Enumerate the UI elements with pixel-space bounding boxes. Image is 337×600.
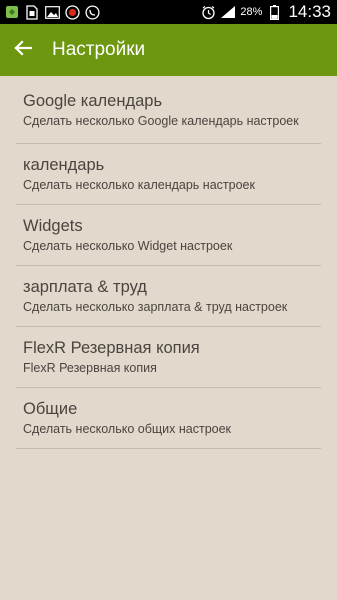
settings-item-title: Widgets [23, 217, 83, 235]
gallery-icon [44, 4, 60, 20]
settings-item-title: календарь [23, 156, 105, 174]
settings-item-backup[interactable]: FlexR Резервная копия FlexR Резервная ко… [16, 327, 321, 388]
alarm-icon [200, 4, 216, 20]
battery-icon [266, 4, 282, 20]
settings-item-calendar[interactable]: календарь Сделать несколько календарь на… [16, 144, 321, 205]
record-icon [64, 4, 80, 20]
settings-item-subtitle: Сделать несколько зарплата & труд настро… [23, 300, 288, 314]
signal-icon [220, 4, 236, 20]
settings-list: Google календарь Сделать несколько Googl… [0, 76, 337, 449]
back-button[interactable] [0, 24, 46, 76]
clock: 14:33 [288, 2, 331, 21]
settings-item-general[interactable]: Общие Сделать несколько общих настроек [16, 388, 321, 449]
settings-item-subtitle: Сделать несколько календарь настроек [23, 178, 255, 192]
page-title: Настройки [52, 39, 146, 60]
settings-item-title: зарплата & труд [23, 278, 147, 296]
settings-item-subtitle: Сделать несколько Widget настроек [23, 239, 233, 253]
settings-item-subtitle: FlexR Резервная копия [23, 361, 157, 375]
settings-item-subtitle: Сделать несколько Google календарь настр… [23, 113, 299, 128]
status-right: 28% 14:33 [200, 2, 337, 22]
battery-percent: 28% [240, 6, 263, 18]
app-bar: Настройки [0, 24, 337, 76]
status-left-icons [0, 4, 100, 20]
back-arrow-icon [14, 39, 33, 61]
app-notification-icon [4, 4, 20, 20]
settings-item-google-calendar[interactable]: Google календарь Сделать несколько Googl… [16, 76, 321, 144]
settings-item-title: Google календарь [23, 91, 163, 110]
settings-item-salary-work[interactable]: зарплата & труд Сделать несколько зарпла… [16, 266, 321, 327]
settings-item-widgets[interactable]: Widgets Сделать несколько Widget настрое… [16, 205, 321, 266]
settings-item-title: FlexR Резервная копия [23, 339, 200, 357]
status-bar: 28% 14:33 [0, 0, 337, 24]
sim-icon [24, 4, 40, 20]
settings-item-title: Общие [23, 400, 78, 418]
whatsapp-icon [84, 4, 100, 20]
settings-item-subtitle: Сделать несколько общих настроек [23, 422, 232, 436]
